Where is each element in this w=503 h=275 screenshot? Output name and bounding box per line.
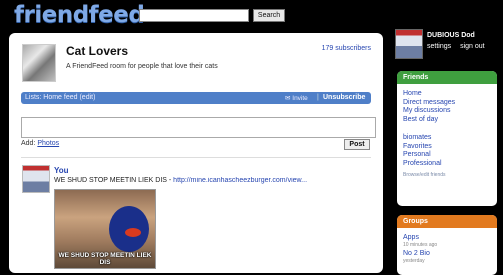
subscribers-link[interactable]: 179 subscribers <box>322 45 371 52</box>
list-bar: Lists: Home feed (edit) ✉ Invite | Unsub… <box>21 92 371 104</box>
search-input[interactable] <box>139 9 249 22</box>
entry-text: WE SHUD STOP MEETIN LIEK DIS - http://mi… <box>54 177 379 184</box>
group-time: yesterday <box>403 258 425 264</box>
separator: | <box>317 94 319 101</box>
browse-friends-link[interactable]: Browse/edit friends <box>403 171 491 180</box>
list-favorites[interactable]: Favorites <box>403 143 491 152</box>
toy-bird-beak <box>125 228 141 237</box>
nav-best-of-day[interactable]: Best of day <box>403 116 491 125</box>
room-picture[interactable] <box>22 44 56 82</box>
user-links: settings sign out <box>427 43 492 50</box>
friends-links: Home Direct messages My discussions Best… <box>397 84 497 180</box>
sign-out-link[interactable]: sign out <box>460 43 485 50</box>
list-professional[interactable]: Professional <box>403 160 491 169</box>
entry-image[interactable]: WE SHUD STOP MEETIN LIEK DIS <box>54 189 156 269</box>
room-title: Cat Lovers <box>66 44 129 58</box>
group-apps[interactable]: Apps <box>403 234 491 242</box>
invite-link[interactable]: ✉ Invite <box>285 94 308 102</box>
add-photos-link[interactable]: Photos <box>37 140 59 147</box>
add-label: Add: <box>21 140 36 147</box>
unsubscribe-link[interactable]: Unsubscribe <box>323 94 365 101</box>
search-button[interactable]: Search <box>253 9 285 22</box>
entry-url[interactable]: http://mine.icanhascheezburger.com/view.… <box>173 177 307 184</box>
divider <box>21 157 371 158</box>
friends-panel: Friends Home Direct messages My discussi… <box>397 71 497 206</box>
user-name[interactable]: DUBIOUS Dod <box>427 32 475 39</box>
nav-direct-messages[interactable]: Direct messages <box>403 99 491 108</box>
friendfeed-logo[interactable]: friendfeed <box>14 2 145 28</box>
room-panel: Cat Lovers A FriendFeed room for people … <box>9 33 383 273</box>
groups-list: Apps 10 minutes ago No 2 Bio yesterday <box>397 228 497 264</box>
friends-header: Friends <box>397 71 497 84</box>
image-caption: WE SHUD STOP MEETIN LIEK DIS <box>58 252 152 266</box>
groups-panel: Groups Apps 10 minutes ago No 2 Bio yest… <box>397 215 497 275</box>
group-no2bio[interactable]: No 2 Bio <box>403 250 491 258</box>
list-biomates[interactable]: biomates <box>403 134 491 143</box>
lists-label[interactable]: Lists: Home feed (edit) <box>25 94 95 101</box>
groups-header: Groups <box>397 215 497 228</box>
post-input[interactable] <box>21 117 376 138</box>
user-avatar[interactable] <box>395 29 423 59</box>
list-personal[interactable]: Personal <box>403 151 491 160</box>
nav-home[interactable]: Home <box>403 90 491 99</box>
gap <box>403 124 491 134</box>
invite-label: Invite <box>292 95 308 102</box>
settings-link[interactable]: settings <box>427 43 451 50</box>
add-row: Add: Photos <box>21 140 59 147</box>
room-description: A FriendFeed room for people that love t… <box>66 63 218 70</box>
entry-user-link[interactable]: You <box>54 166 69 175</box>
post-button[interactable]: Post <box>344 139 370 150</box>
nav-my-discussions[interactable]: My discussions <box>403 107 491 116</box>
entry-title: WE SHUD STOP MEETIN LIEK DIS - <box>54 177 172 184</box>
group-time: 10 minutes ago <box>403 242 438 248</box>
entry-avatar[interactable] <box>22 165 50 193</box>
